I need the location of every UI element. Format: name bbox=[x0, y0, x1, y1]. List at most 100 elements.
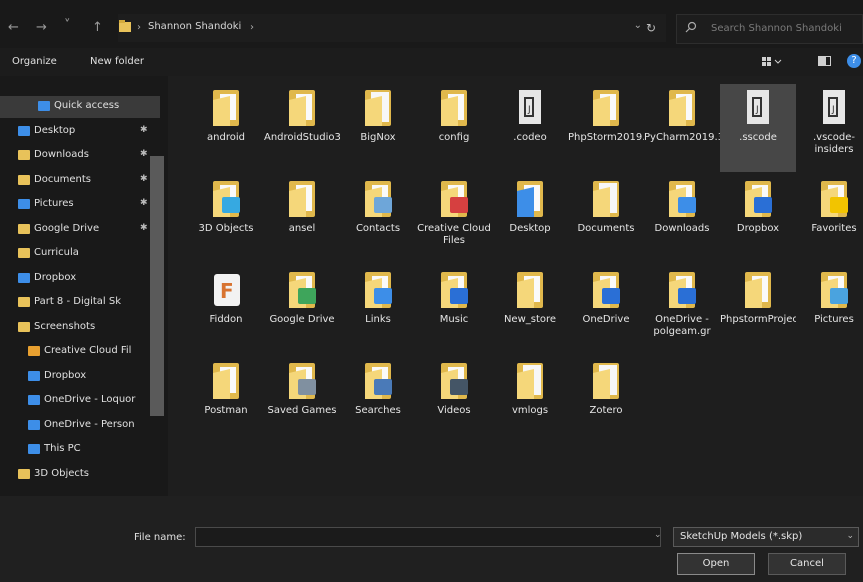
file-item[interactable]: Links bbox=[340, 266, 416, 354]
file-item[interactable]: AndroidStudio3.6 bbox=[264, 84, 340, 172]
file-item[interactable]: Saved Games bbox=[264, 357, 340, 445]
file-open-dialog: ← → ˅ ↑ › Shannon Shandoki › ⌄ ↻ Search … bbox=[0, 0, 863, 582]
file-item-label: Saved Games bbox=[267, 405, 337, 416]
file-item-label: android bbox=[207, 132, 245, 143]
svg-text:J: J bbox=[527, 105, 531, 115]
file-item-label: OneDrive bbox=[582, 314, 630, 325]
folder-icon bbox=[18, 297, 30, 307]
sidebar-item[interactable]: This PC bbox=[0, 439, 160, 461]
nav-scrollbar-thumb[interactable] bbox=[150, 156, 164, 416]
folder-icon bbox=[362, 270, 394, 310]
sidebar-item-label: This PC bbox=[44, 443, 81, 454]
sidebar-item[interactable]: Creative Cloud Fil bbox=[0, 341, 160, 363]
folder-icon bbox=[438, 88, 470, 128]
sidebar-item[interactable]: Dropbox bbox=[0, 268, 160, 290]
file-item[interactable]: Zotero bbox=[568, 357, 644, 445]
file-item[interactable]: OneDrive - polgeam.gr bbox=[644, 266, 720, 354]
sidebar-item[interactable]: OneDrive - Person bbox=[0, 415, 160, 437]
organize-menu[interactable]: Organize bbox=[12, 56, 57, 67]
file-item[interactable]: Creative Cloud Files bbox=[416, 175, 492, 263]
sidebar-item[interactable]: Curricula bbox=[0, 243, 160, 265]
file-item-label: .vscode-insiders bbox=[812, 132, 856, 155]
documents-icon bbox=[18, 174, 30, 185]
sidebar-item[interactable]: Desktop ✱ bbox=[0, 121, 160, 143]
star-icon bbox=[38, 101, 50, 111]
file-item[interactable]: config bbox=[416, 84, 492, 172]
refresh-button[interactable]: ↻ bbox=[646, 21, 656, 35]
file-item-label: .codeo bbox=[513, 132, 547, 143]
folder-icon bbox=[514, 179, 546, 219]
downloads-icon bbox=[18, 150, 30, 160]
file-item[interactable]: Desktop bbox=[492, 175, 568, 263]
file-item[interactable]: Pictures bbox=[796, 266, 863, 354]
sidebar-item[interactable]: 3D Objects bbox=[0, 464, 160, 486]
cancel-button[interactable]: Cancel bbox=[768, 553, 846, 575]
sidebar-item-label: OneDrive - Loquor bbox=[44, 394, 136, 405]
file-item[interactable]: Downloads bbox=[644, 175, 720, 263]
help-icon[interactable]: ? bbox=[847, 54, 861, 68]
this-pc-icon bbox=[28, 444, 40, 454]
file-item[interactable]: PhpStorm2019.3 bbox=[568, 84, 644, 172]
file-item[interactable]: PyCharm2019.3 bbox=[644, 84, 720, 172]
file-item[interactable]: PhpstormProjects bbox=[720, 266, 796, 354]
file-item[interactable]: BigNox bbox=[340, 84, 416, 172]
file-item-label: Pictures bbox=[814, 314, 854, 325]
back-button[interactable]: ← bbox=[8, 20, 19, 35]
chevron-down-icon[interactable]: ⌄ bbox=[654, 530, 662, 540]
file-item[interactable]: ansel bbox=[264, 175, 340, 263]
new-folder-button[interactable]: New folder bbox=[90, 56, 144, 67]
file-item-label: PhpStorm2019.3 bbox=[568, 132, 644, 143]
chevron-down-icon[interactable]: ⌄ bbox=[634, 20, 642, 31]
file-item-label: OneDrive - polgeam.gr bbox=[653, 314, 711, 337]
open-button[interactable]: Open bbox=[677, 553, 755, 575]
sidebar-item[interactable]: Screenshots bbox=[0, 317, 160, 339]
file-item[interactable]: Favorites bbox=[796, 175, 863, 263]
sidebar-item[interactable]: OneDrive - Loquor bbox=[0, 390, 160, 412]
desktop-icon bbox=[18, 125, 30, 136]
forward-button[interactable]: → bbox=[36, 20, 47, 35]
path-box[interactable]: › Shannon Shandoki › ⌄ bbox=[118, 14, 666, 42]
file-item[interactable]: New_store bbox=[492, 266, 568, 354]
recent-locations-button[interactable]: ˅ bbox=[64, 18, 71, 33]
file-item[interactable]: Dropbox bbox=[720, 175, 796, 263]
file-item[interactable]: Google Drive bbox=[264, 266, 340, 354]
file-item-label: Contacts bbox=[355, 223, 401, 234]
file-item[interactable]: Contacts bbox=[340, 175, 416, 263]
folder-icon bbox=[362, 179, 394, 219]
sidebar-item-label: Curricula bbox=[34, 247, 79, 258]
folder-icon bbox=[286, 179, 318, 219]
file-item[interactable]: Postman bbox=[188, 357, 264, 445]
file-type-value: SketchUp Models (*.skp) bbox=[680, 531, 803, 542]
preview-pane-icon[interactable] bbox=[818, 55, 832, 67]
file-item[interactable]: J .codeo bbox=[492, 84, 568, 172]
folder-icon bbox=[119, 20, 131, 32]
file-item[interactable]: Videos bbox=[416, 357, 492, 445]
breadcrumb-current[interactable]: Shannon Shandoki bbox=[148, 21, 241, 32]
sidebar-item[interactable]: Dropbox bbox=[0, 366, 160, 388]
file-item[interactable]: Documents bbox=[568, 175, 644, 263]
file-item[interactable]: vmlogs bbox=[492, 357, 568, 445]
file-type-select[interactable]: SketchUp Models (*.skp) ⌄ bbox=[673, 527, 859, 547]
navigation-pane: 3D Objects This PC OneDrive - Person OneDri… bbox=[0, 76, 166, 496]
sidebar-item[interactable]: Part 8 - Digital Sk bbox=[0, 292, 160, 314]
file-item[interactable]: OneDrive bbox=[568, 266, 644, 354]
sidebar-item[interactable]: Google Drive ✱ bbox=[0, 219, 160, 241]
search-input[interactable]: Search Shannon Shandoki bbox=[676, 14, 863, 44]
file-item[interactable]: J .sscode bbox=[720, 84, 796, 172]
sidebar-item[interactable]: Quick access bbox=[0, 96, 160, 118]
file-item[interactable]: Searches bbox=[340, 357, 416, 445]
file-icon: J bbox=[818, 88, 850, 128]
up-button[interactable]: ↑ bbox=[92, 20, 103, 35]
file-item[interactable]: Music bbox=[416, 266, 492, 354]
sidebar-item[interactable]: Pictures ✱ bbox=[0, 194, 160, 216]
sidebar-item[interactable]: Downloads ✱ bbox=[0, 145, 160, 167]
file-item[interactable]: J .vscode-insiders bbox=[796, 84, 863, 172]
file-name-field[interactable] bbox=[195, 527, 661, 547]
file-item[interactable]: F Fiddon bbox=[188, 266, 264, 354]
file-item[interactable]: android bbox=[188, 84, 264, 172]
file-item-label: Google Drive bbox=[269, 314, 335, 325]
breadcrumb-separator: › bbox=[250, 22, 254, 33]
file-item[interactable]: 3D Objects bbox=[188, 175, 264, 263]
view-options-icon[interactable] bbox=[762, 55, 782, 67]
sidebar-item[interactable]: Documents ✱ bbox=[0, 170, 160, 192]
